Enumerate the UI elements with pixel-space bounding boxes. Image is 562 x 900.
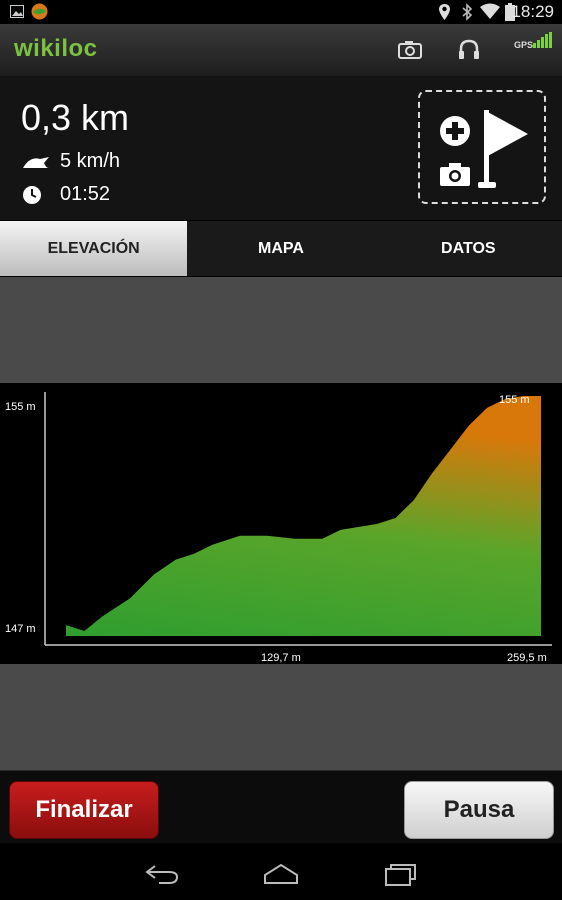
recents-icon[interactable]	[384, 861, 418, 887]
finish-button[interactable]: Finalizar	[9, 781, 159, 839]
elevation-area	[66, 396, 541, 636]
status-bar: 18:29	[0, 0, 562, 24]
y-tick-label-max: 155 m	[5, 401, 36, 413]
system-nav-bar	[0, 843, 562, 900]
elevation-chart: 155 m 147 m 129,7 m 259,5 m 155 m	[0, 384, 562, 664]
home-icon[interactable]	[263, 863, 299, 885]
tab-bar: ELEVACIÓN MAPA DATOS	[0, 221, 562, 276]
time-row: 01:52	[22, 183, 110, 206]
headphones-icon[interactable]	[458, 39, 480, 60]
camera-icon[interactable]	[398, 40, 422, 59]
speed-icon	[23, 156, 49, 168]
camera-icon	[440, 163, 470, 186]
elevation-chart-svg: 155 m 147 m 129,7 m 259,5 m 155 m	[5, 392, 552, 664]
y-tick-label-min: 147 m	[5, 623, 36, 635]
gps-signal-icon	[533, 32, 552, 48]
time-value: 01:52	[60, 183, 111, 205]
tab-map[interactable]: MAPA	[187, 221, 374, 276]
location-icon	[439, 4, 450, 20]
pause-button[interactable]: Pausa	[404, 781, 554, 839]
track-stats-panel: 0,3 km 5 km/h 01:52	[0, 77, 562, 220]
flag-icon	[478, 110, 528, 188]
clock: 18:29	[511, 2, 554, 21]
clock-icon	[23, 185, 41, 204]
max-elevation-label: 155 m	[499, 394, 530, 406]
app-logo: wikiloc	[14, 35, 98, 62]
image-notification-icon	[10, 5, 24, 18]
wifi-icon	[480, 3, 500, 19]
tab-elevation[interactable]: ELEVACIÓN	[0, 221, 188, 276]
back-icon[interactable]	[145, 863, 179, 885]
speed-row: 5 km/h	[22, 150, 120, 173]
gps-label: GPS	[514, 40, 534, 50]
action-bar: Finalizar Pausa	[0, 770, 562, 843]
x-tick-label-mid: 129,7 m	[261, 652, 301, 664]
x-tick-label-max: 259,5 m	[507, 652, 547, 664]
wikiloc-notification-icon	[31, 3, 48, 20]
bottom-spacer	[0, 664, 562, 770]
top-spacer	[0, 277, 562, 383]
plus-icon	[440, 116, 470, 146]
speed-value: 5 km/h	[60, 150, 121, 172]
tab-data[interactable]: DATOS	[375, 221, 562, 276]
bluetooth-icon	[462, 3, 473, 21]
add-waypoint-button[interactable]	[418, 90, 546, 204]
app-bar: wikiloc GPS	[0, 24, 562, 77]
distance-value: 0,3 km	[21, 97, 130, 138]
